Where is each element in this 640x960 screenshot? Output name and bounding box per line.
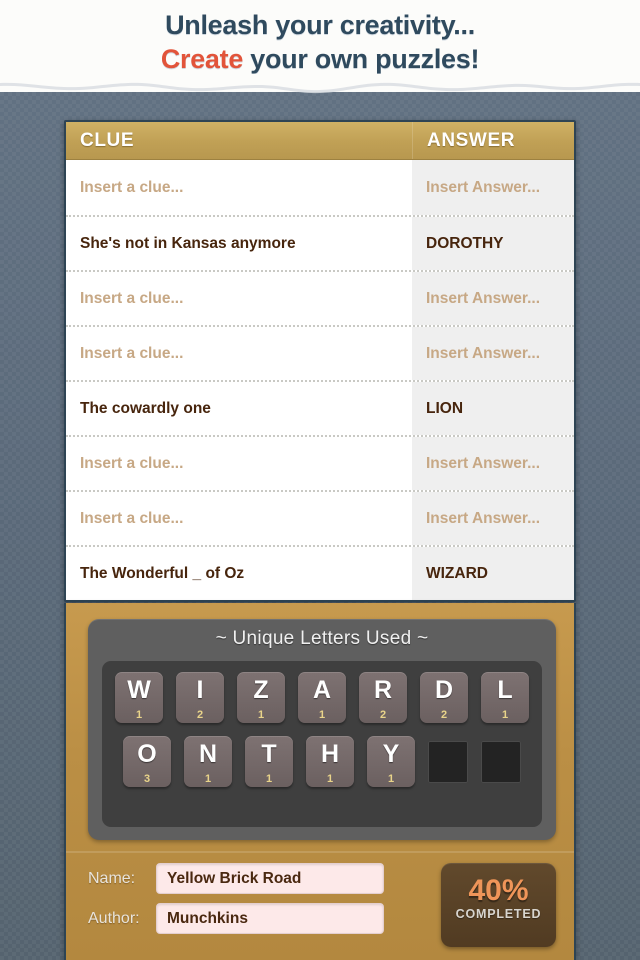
letter-key[interactable]: H1 <box>306 736 354 787</box>
completion-percent: 40% <box>468 874 529 907</box>
letter-key[interactable]: O3 <box>123 736 171 787</box>
table-row: Insert a clue... Insert Answer... <box>66 490 574 545</box>
tagline-line-1: Unleash your creativity... <box>165 10 475 40</box>
name-field-row: Name: Yellow Brick Road <box>88 863 425 894</box>
name-label: Name: <box>88 869 136 887</box>
letter-glyph: Y <box>382 740 400 768</box>
tagline-accent-word: Create <box>160 44 244 74</box>
letter-key[interactable]: N1 <box>184 736 232 787</box>
unique-letters-title: ~ Unique Letters Used ~ <box>215 628 429 649</box>
letter-key[interactable]: Z1 <box>237 672 285 723</box>
letter-count: 2 <box>196 709 204 721</box>
clue-cell[interactable]: The cowardly one <box>66 382 412 435</box>
table-row: Insert a clue... Insert Answer... <box>66 270 574 325</box>
letter-key[interactable]: Y1 <box>367 736 415 787</box>
author-field-row: Author: Munchkins <box>88 903 425 934</box>
answer-cell[interactable]: DOROTHY <box>412 217 574 270</box>
meta-fields: Name: Yellow Brick Road Author: Munchkin… <box>88 863 425 943</box>
empty-letter-slot <box>428 741 468 783</box>
letter-key[interactable]: L1 <box>481 672 529 723</box>
letter-glyph: H <box>320 740 340 768</box>
author-label: Author: <box>88 909 140 927</box>
letter-key[interactable]: T1 <box>245 736 293 787</box>
letter-count: 3 <box>143 773 151 785</box>
puzzle-meta-form: Name: Yellow Brick Road Author: Munchkin… <box>88 863 556 947</box>
clue-cell[interactable]: Insert a clue... <box>66 492 412 545</box>
letter-count: 1 <box>326 773 334 785</box>
letter-count: 1 <box>204 773 212 785</box>
clue-cell[interactable]: Insert a clue... <box>66 160 412 215</box>
letter-glyph: R <box>373 676 393 704</box>
answer-cell[interactable]: Insert Answer... <box>412 160 574 215</box>
letter-key[interactable]: D2 <box>420 672 468 723</box>
letter-glyph: W <box>127 676 151 704</box>
panel-divider <box>66 851 574 853</box>
clue-cell[interactable]: Insert a clue... <box>66 272 412 325</box>
column-header-clue: CLUE <box>80 129 135 151</box>
letter-count: 1 <box>135 709 143 721</box>
letter-key-row: W1I2Z1A1R2D2L1 <box>102 672 542 723</box>
letter-glyph: O <box>137 740 157 768</box>
author-input[interactable]: Munchkins <box>156 903 384 934</box>
empty-letter-slot <box>481 741 521 783</box>
tagline-rest: your own puzzles! <box>243 44 480 74</box>
app-root: Unleash your creativity... Create your o… <box>0 0 640 960</box>
letter-glyph: D <box>434 676 454 704</box>
name-input[interactable]: Yellow Brick Road <box>156 863 384 894</box>
letter-count: 2 <box>379 709 387 721</box>
completion-badge: 40% COMPLETED <box>441 863 556 947</box>
completion-label: COMPLETED <box>455 907 542 921</box>
clue-cell[interactable]: The Wonderful _ of Oz <box>66 547 412 600</box>
answer-cell[interactable]: WIZARD <box>412 547 574 600</box>
letter-count: 1 <box>265 773 273 785</box>
letter-key-row: O3N1T1H1Y1 <box>102 736 542 787</box>
column-header-answer: ANSWER <box>412 122 574 159</box>
letter-key[interactable]: W1 <box>115 672 163 723</box>
answer-cell[interactable]: Insert Answer... <box>412 492 574 545</box>
answer-cell[interactable]: Insert Answer... <box>412 437 574 490</box>
letter-count: 1 <box>387 773 395 785</box>
letter-glyph: I <box>196 676 204 704</box>
unique-letters-panel: ~ Unique Letters Used ~ W1I2Z1A1R2D2L1O3… <box>88 619 556 840</box>
answer-cell[interactable]: Insert Answer... <box>412 327 574 380</box>
clue-cell[interactable]: Insert a clue... <box>66 437 412 490</box>
table-row: Insert a clue... Insert Answer... <box>66 325 574 380</box>
letter-key[interactable]: I2 <box>176 672 224 723</box>
letter-glyph: A <box>312 676 332 704</box>
letter-key[interactable]: A1 <box>298 672 346 723</box>
letter-glyph: T <box>261 740 277 768</box>
header-banner: Unleash your creativity... Create your o… <box>0 0 640 92</box>
clue-cell[interactable]: She's not in Kansas anymore <box>66 217 412 270</box>
answer-cell[interactable]: LION <box>412 382 574 435</box>
letter-count: 1 <box>501 709 509 721</box>
bottom-gold-panel: ~ Unique Letters Used ~ W1I2Z1A1R2D2L1O3… <box>64 603 576 960</box>
table-header-row: CLUE ANSWER <box>66 122 574 160</box>
table-row: Insert a clue... Insert Answer... <box>66 160 574 215</box>
table-row: The Wonderful _ of Oz WIZARD <box>66 545 574 600</box>
answer-cell[interactable]: Insert Answer... <box>412 272 574 325</box>
letter-count: 1 <box>257 709 265 721</box>
clue-answer-table: CLUE ANSWER Insert a clue... Insert Answe… <box>64 120 576 602</box>
letter-count: 1 <box>318 709 326 721</box>
letter-glyph: Z <box>253 676 269 704</box>
letter-keys-area: W1I2Z1A1R2D2L1O3N1T1H1Y1 <box>102 661 542 827</box>
tagline-line-2: Create your own puzzles! <box>0 42 640 76</box>
table-row: She's not in Kansas anymore DOROTHY <box>66 215 574 270</box>
clue-cell[interactable]: Insert a clue... <box>66 327 412 380</box>
table-body: Insert a clue... Insert Answer... She's no… <box>66 160 574 600</box>
table-row: The cowardly one LION <box>66 380 574 435</box>
letter-key[interactable]: R2 <box>359 672 407 723</box>
letter-count: 2 <box>440 709 448 721</box>
letter-glyph: N <box>198 740 218 768</box>
table-row: Insert a clue... Insert Answer... <box>66 435 574 490</box>
letter-glyph: L <box>497 676 513 704</box>
